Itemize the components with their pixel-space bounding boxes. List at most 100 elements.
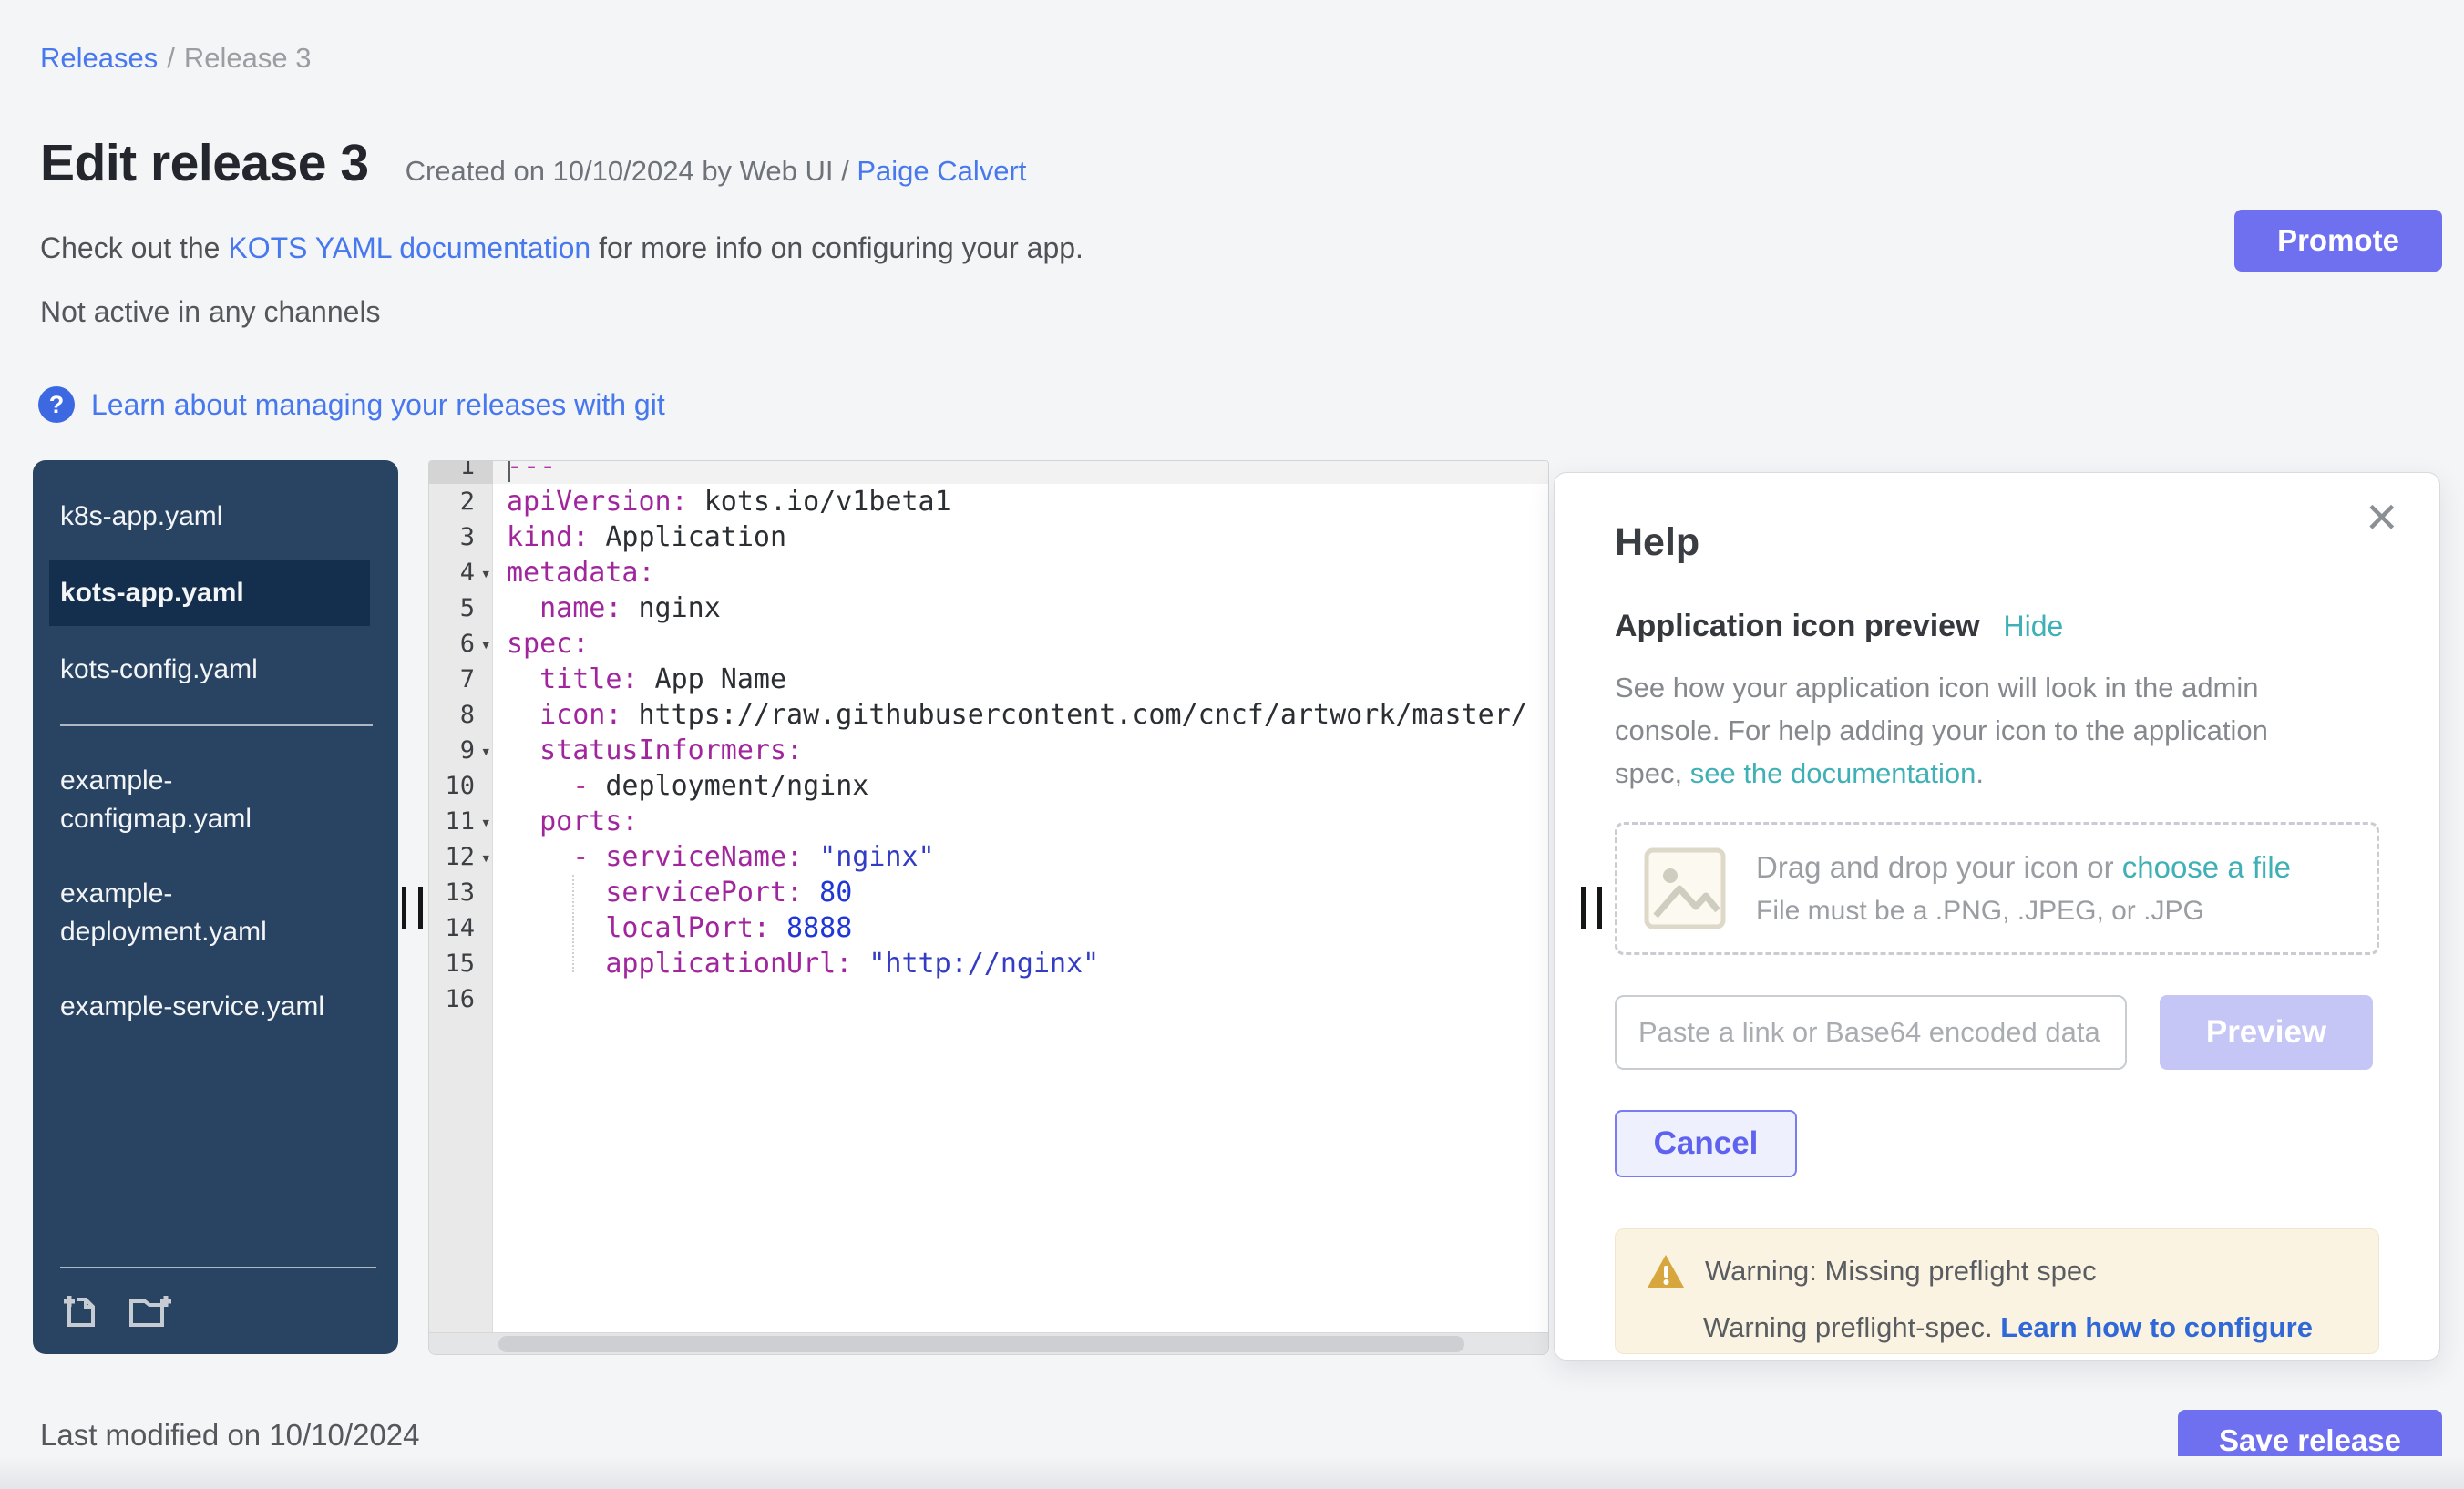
created-by-link[interactable]: Paige Calvert	[857, 155, 1026, 187]
code-text[interactable]: - serviceName: "nginx"	[493, 839, 1548, 875]
code-line-15[interactable]: 15 applicationUrl: "http://nginx"	[429, 946, 1548, 981]
line-number: 2	[429, 484, 493, 519]
code-line-13[interactable]: 13 servicePort: 80	[429, 875, 1548, 910]
line-number: 16	[429, 981, 493, 1017]
code-text[interactable]: apiVersion: kots.io/v1beta1	[493, 484, 1548, 519]
sidebar-file-example-configmap-yaml[interactable]: example-configmap.yaml	[60, 750, 361, 850]
channel-status: Not active in any channels	[40, 295, 381, 329]
code-line-3[interactable]: 3kind: Application	[429, 519, 1548, 555]
code-line-16[interactable]: 16	[429, 981, 1548, 1017]
line-number: 6▾	[429, 626, 493, 662]
breadcrumb-separator: /	[167, 42, 175, 74]
scrollbar-thumb[interactable]	[498, 1336, 1464, 1352]
line-number: 14	[429, 910, 493, 946]
code-text[interactable]: kind: Application	[493, 519, 1548, 555]
code-text[interactable]: ---	[493, 460, 1548, 484]
warning-icon	[1647, 1253, 1685, 1289]
image-placeholder-icon	[1643, 847, 1727, 930]
git-releases-link[interactable]: Learn about managing your releases with …	[91, 388, 665, 422]
code-text[interactable]: - deployment/nginx	[493, 768, 1548, 804]
add-file-icon[interactable]	[60, 1289, 102, 1330]
sidebar-resize-handle[interactable]	[402, 887, 429, 929]
code-text[interactable]: servicePort: 80	[493, 875, 1548, 910]
sidebar-file-example-deployment-yaml[interactable]: example-deployment.yaml	[60, 863, 361, 963]
code-text[interactable]: ports:	[493, 804, 1548, 839]
code-line-2[interactable]: 2apiVersion: kots.io/v1beta1	[429, 484, 1548, 519]
code-text[interactable]: name: nginx	[493, 590, 1548, 626]
code-line-9[interactable]: 9▾ statusInformers:	[429, 733, 1548, 768]
sidebar-file-kots-config-yaml[interactable]: kots-config.yaml	[60, 639, 361, 701]
fold-arrow-icon[interactable]: ▾	[481, 743, 491, 760]
sidebar-file-k8s-app-yaml[interactable]: k8s-app.yaml	[60, 486, 361, 548]
close-icon[interactable]: ✕	[2356, 489, 2407, 546]
code-line-6[interactable]: 6▾spec:	[429, 626, 1548, 662]
see-documentation-link[interactable]: see the documentation	[1690, 757, 1976, 789]
icon-preview-description: See how your application icon will look …	[1615, 666, 2325, 795]
edit-release-page: Releases/Release 3 Edit release 3 Create…	[0, 0, 2464, 1489]
sidebar-file-example-service-yaml[interactable]: example-service.yaml	[60, 976, 361, 1038]
dropzone-filetypes: File must be a .PNG, .JPEG, or .JPG	[1756, 896, 2291, 927]
code-line-1[interactable]: 1---	[429, 460, 1548, 484]
code-line-8[interactable]: 8 icon: https://raw.githubusercontent.co…	[429, 697, 1548, 733]
help-panel-title: Help	[1615, 520, 2379, 565]
sidebar-divider	[60, 724, 373, 726]
line-number: 12▾	[429, 839, 493, 875]
code-text[interactable]: statusInformers:	[493, 733, 1548, 768]
icon-url-input[interactable]	[1615, 995, 2127, 1070]
learn-configure-link[interactable]: Learn how to configure	[2000, 1311, 2313, 1343]
choose-file-link[interactable]: choose a file	[2122, 850, 2291, 884]
doc-hint-suffix: for more info on configuring your app.	[590, 231, 1083, 264]
hide-link[interactable]: Hide	[2004, 610, 2064, 643]
bottom-edge	[0, 1456, 2464, 1489]
icon-preview-section-title: Application icon preview	[1615, 609, 1980, 644]
code-text[interactable]	[493, 981, 1548, 1017]
file-list: k8s-app.yaml kots-app.yaml kots-config.yam…	[33, 460, 398, 1038]
dropzone-text: Drag and drop your icon or	[1756, 850, 2122, 884]
line-number: 5	[429, 590, 493, 626]
help-panel: ✕ Help Application icon preview Hide See…	[1554, 472, 2440, 1361]
yaml-editor[interactable]: 1---2apiVersion: kots.io/v1beta13kind: A…	[428, 460, 1549, 1355]
code-line-14[interactable]: 14 localPort: 8888	[429, 910, 1548, 946]
line-number: 15	[429, 946, 493, 981]
warning-body: Warning preflight-spec.	[1703, 1311, 2000, 1343]
line-number: 4▾	[429, 555, 493, 590]
line-number: 1	[429, 460, 493, 484]
code-text[interactable]: spec:	[493, 626, 1548, 662]
code-line-4[interactable]: 4▾metadata:	[429, 555, 1548, 590]
line-number: 7	[429, 662, 493, 697]
editor-horizontal-scrollbar[interactable]	[429, 1332, 1548, 1354]
line-number: 8	[429, 697, 493, 733]
kots-yaml-doc-link[interactable]: KOTS YAML documentation	[228, 231, 590, 264]
code-line-12[interactable]: 12▾ - serviceName: "nginx"	[429, 839, 1548, 875]
code-text[interactable]: applicationUrl: "http://nginx"	[493, 946, 1548, 981]
preview-button[interactable]: Preview	[2160, 995, 2373, 1070]
cancel-button[interactable]: Cancel	[1615, 1110, 1797, 1177]
breadcrumb-current: Release 3	[184, 42, 312, 74]
doc-hint: Check out the KOTS YAML documentation fo…	[40, 231, 1083, 265]
code-text[interactable]: icon: https://raw.githubusercontent.com/…	[493, 697, 1548, 733]
code-line-7[interactable]: 7 title: App Name	[429, 662, 1548, 697]
sidebar-file-kots-app-yaml[interactable]: kots-app.yaml	[49, 560, 370, 626]
line-number: 9▾	[429, 733, 493, 768]
code-text[interactable]: title: App Name	[493, 662, 1548, 697]
file-sidebar: k8s-app.yaml kots-app.yaml kots-config.yam…	[33, 460, 398, 1354]
breadcrumb-releases-link[interactable]: Releases	[40, 42, 158, 74]
code-line-5[interactable]: 5 name: nginx	[429, 590, 1548, 626]
editor-content[interactable]: 1---2apiVersion: kots.io/v1beta13kind: A…	[429, 460, 1548, 1017]
panel-resize-handle[interactable]	[1581, 887, 1608, 929]
icon-dropzone[interactable]: Drag and drop your icon or choose a file…	[1615, 822, 2379, 955]
fold-arrow-icon[interactable]: ▾	[481, 814, 491, 831]
fold-arrow-icon[interactable]: ▾	[481, 636, 491, 653]
promote-button[interactable]: Promote	[2234, 210, 2442, 272]
code-text[interactable]: metadata:	[493, 555, 1548, 590]
question-icon: ?	[38, 386, 75, 423]
fold-arrow-icon[interactable]: ▾	[481, 565, 491, 582]
code-line-11[interactable]: 11▾ ports:	[429, 804, 1548, 839]
preflight-warning-box: Warning: Missing preflight spec Warning …	[1615, 1228, 2379, 1354]
code-text[interactable]: localPort: 8888	[493, 910, 1548, 946]
page-title: Edit release 3	[40, 133, 369, 193]
fold-arrow-icon[interactable]: ▾	[481, 849, 491, 867]
code-line-10[interactable]: 10 - deployment/nginx	[429, 768, 1548, 804]
description-period: .	[1976, 757, 1984, 789]
add-folder-icon[interactable]	[126, 1289, 175, 1330]
